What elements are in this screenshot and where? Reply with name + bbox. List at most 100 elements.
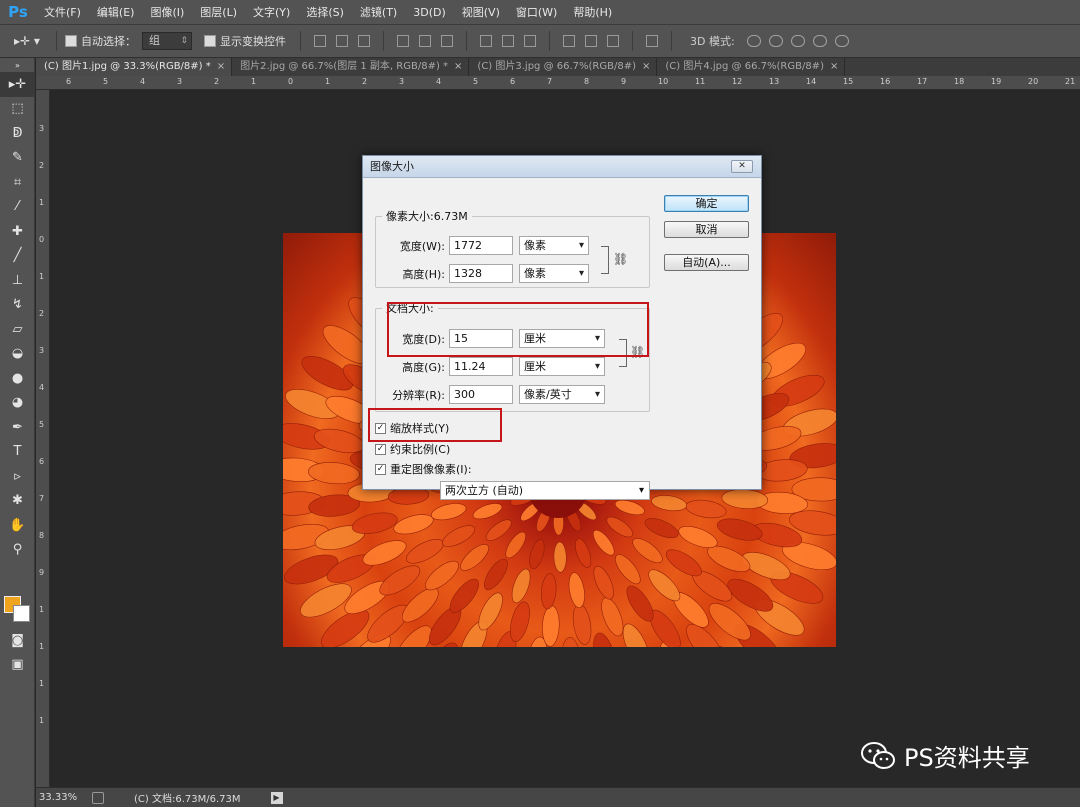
petal [460, 544, 490, 571]
close-icon[interactable]: × [454, 61, 462, 72]
hand-tool-icon[interactable]: ✋ [0, 513, 35, 538]
3d-slide-icon[interactable] [812, 35, 827, 47]
3d-pan-icon[interactable] [790, 35, 805, 47]
resolution-unit-select[interactable]: 像素/英寸 [519, 385, 605, 404]
tab-document-3[interactable]: (C) 图片3.jpg @ 66.7%(RGB/8#) × [469, 58, 658, 76]
distribute-hcenter-icon[interactable] [585, 35, 597, 47]
type-tool-icon[interactable]: T [0, 440, 35, 465]
menu-help[interactable]: 帮助(H) [565, 0, 620, 25]
quick-select-tool-icon[interactable]: ✎ [0, 146, 35, 171]
resample-method-select[interactable]: 两次立方 (自动) [440, 481, 650, 500]
auto-select-checkbox[interactable] [65, 35, 77, 47]
marquee-tool-icon[interactable]: ⬚ [0, 97, 35, 122]
doc-height-input[interactable]: 11.24 [449, 357, 513, 376]
vertical-ruler[interactable]: 3 2 1 0 1 2 3 4 5 6 7 8 9 1 1 1 1 [36, 90, 50, 787]
constrain-proportions-checkbox[interactable]: ✓ [375, 443, 386, 455]
pixel-width-input[interactable]: 1772 [449, 236, 513, 255]
path-select-tool-icon[interactable]: ▹ [0, 464, 35, 489]
3d-scale-icon[interactable] [834, 35, 849, 47]
close-icon[interactable]: ✕ [731, 160, 753, 173]
distribute-vcenter-icon[interactable] [502, 35, 514, 47]
menu-3d[interactable]: 3D(D) [405, 0, 454, 25]
petal [484, 558, 508, 591]
distribute-left-icon[interactable] [563, 35, 575, 47]
menu-file[interactable]: 文件(F) [36, 0, 89, 25]
move-tool-icon[interactable]: ▸✛ [0, 72, 35, 97]
resample-row[interactable]: ✓ 重定图像像素(I): [375, 461, 472, 477]
ruler-tick-label: 8 [39, 531, 45, 540]
tab-document-4[interactable]: (C) 图片4.jpg @ 66.7%(RGB/8#) × [657, 58, 846, 76]
align-vcenter-icon[interactable] [336, 35, 348, 47]
close-icon[interactable]: × [642, 61, 650, 72]
horizontal-ruler[interactable]: 6 5 4 3 2 1 0 1 2 3 4 5 6 7 8 9 10 11 12 13 14 15 16 17 18 19 20 21 [36, 76, 1080, 90]
toolbox: » ▸✛ ⬚ ↁ ✎ ⌗ ⁄ ✚ ╱ ⊥ ↯ ▱ ◒ ● ◕ ✒ T ▹ ✱ ✋… [0, 58, 35, 807]
close-icon[interactable]: × [217, 61, 225, 72]
show-transform-checkbox[interactable] [204, 35, 216, 47]
blur-tool-icon[interactable]: ● [0, 366, 35, 391]
distribute-right-icon[interactable] [607, 35, 619, 47]
resolution-input[interactable]: 300 [449, 385, 513, 404]
align-top-icon[interactable] [314, 35, 326, 47]
color-swatches[interactable] [4, 596, 32, 624]
pixel-height-input[interactable]: 1328 [449, 264, 513, 283]
resample-checkbox[interactable]: ✓ [375, 463, 386, 475]
menu-select[interactable]: 选择(S) [298, 0, 352, 25]
tab-document-1[interactable]: (C) 图片1.jpg @ 33.3%(RGB/8#) * × [36, 58, 233, 76]
auto-select-dropdown[interactable]: 组 [142, 32, 192, 50]
ok-button[interactable]: 确定 [664, 195, 749, 212]
align-hcenter-icon[interactable] [419, 35, 431, 47]
3d-rotate-icon[interactable] [746, 35, 761, 47]
pen-tool-icon[interactable]: ✒ [0, 415, 35, 440]
quick-mask-icon[interactable]: ◙ [0, 628, 35, 653]
tab-document-2[interactable]: 图片2.jpg @ 66.7%(图层 1 副本, RGB/8#) * × [232, 58, 470, 76]
align-left-icon[interactable] [397, 35, 409, 47]
close-icon[interactable]: × [830, 61, 838, 72]
auto-button[interactable]: 自动(A)... [664, 254, 749, 271]
panel-collapse-icon[interactable]: » [0, 58, 35, 72]
cancel-button[interactable]: 取消 [664, 221, 749, 238]
petal [592, 529, 615, 556]
brush-tool-icon[interactable]: ╱ [0, 244, 35, 269]
status-menu-arrow-icon[interactable]: ▶ [270, 791, 283, 804]
petal [721, 489, 769, 509]
healing-brush-tool-icon[interactable]: ✚ [0, 219, 35, 244]
menu-image[interactable]: 图像(I) [142, 0, 192, 25]
3d-roll-icon[interactable] [768, 35, 783, 47]
pixel-height-unit-select[interactable]: 像素 [519, 264, 589, 283]
shape-tool-icon[interactable]: ✱ [0, 489, 35, 514]
watermark-text: PS资料共享 [904, 744, 1030, 772]
menu-layer[interactable]: 图层(L) [192, 0, 245, 25]
background-color-swatch[interactable] [13, 605, 30, 622]
ruler-tick-label: 5 [103, 77, 109, 86]
distribute-top-icon[interactable] [480, 35, 492, 47]
separator [671, 31, 672, 51]
auto-align-icon[interactable] [646, 35, 658, 47]
doc-height-unit-select[interactable]: 厘米 [519, 357, 605, 376]
eraser-tool-icon[interactable]: ▱ [0, 317, 35, 342]
zoom-tool-icon[interactable]: ⚲ [0, 538, 35, 563]
screen-mode-icon[interactable]: ▣ [0, 652, 35, 677]
clone-stamp-tool-icon[interactable]: ⊥ [0, 268, 35, 293]
constrain-proportions-row[interactable]: ✓ 约束比例(C) [375, 441, 450, 457]
menu-window[interactable]: 窗口(W) [508, 0, 565, 25]
distribute-bottom-icon[interactable] [524, 35, 536, 47]
menu-view[interactable]: 视图(V) [454, 0, 508, 25]
info-icon[interactable] [92, 791, 104, 804]
eyedropper-tool-icon[interactable]: ⁄ [0, 195, 35, 220]
dodge-tool-icon[interactable]: ◕ [0, 391, 35, 416]
lasso-tool-icon[interactable]: ↁ [0, 121, 35, 146]
pixel-width-unit-select[interactable]: 像素 [519, 236, 589, 255]
align-right-icon[interactable] [441, 35, 453, 47]
dialog-title-bar[interactable]: 图像大小 ✕ [363, 156, 761, 178]
tab-label: (C) 图片3.jpg @ 66.7%(RGB/8#) [477, 61, 636, 72]
crop-tool-icon[interactable]: ⌗ [0, 170, 35, 195]
chain-link-icon: ⛓ [613, 252, 629, 266]
align-bottom-icon[interactable] [358, 35, 370, 47]
menu-type[interactable]: 文字(Y) [245, 0, 298, 25]
paint-bucket-tool-icon[interactable]: ◒ [0, 342, 35, 367]
zoom-level[interactable]: 33.33% [36, 792, 84, 803]
history-brush-tool-icon[interactable]: ↯ [0, 293, 35, 318]
menu-edit[interactable]: 编辑(E) [89, 0, 143, 25]
move-tool-preset-icon[interactable]: ▸✛ ▾ [14, 30, 48, 52]
menu-filter[interactable]: 滤镜(T) [352, 0, 405, 25]
